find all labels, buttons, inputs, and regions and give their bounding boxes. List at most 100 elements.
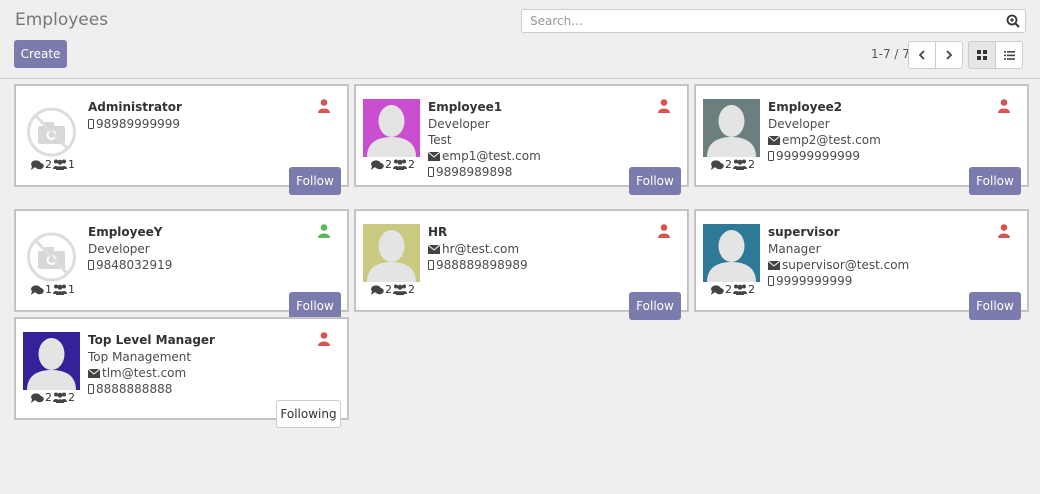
employee-phone: 99999999999: [768, 149, 860, 163]
follow-button[interactable]: Follow: [289, 167, 341, 195]
follow-button[interactable]: Follow: [289, 292, 341, 320]
employee-phone: 9898989898: [428, 165, 512, 179]
messages-count: 2: [385, 158, 392, 171]
comments-icon: [31, 159, 44, 170]
presence-status: [318, 99, 330, 113]
envelope-icon: [428, 152, 440, 161]
chevron-left-icon: [918, 50, 925, 60]
comments-icon: [711, 284, 724, 295]
user-status-icon: [318, 224, 330, 238]
employee-email[interactable]: emp1@test.com: [428, 149, 541, 163]
chevron-right-icon: [946, 50, 953, 60]
no-photo-icon: [27, 232, 76, 282]
no-photo-icon: [27, 107, 76, 157]
employee-detail: Manager: [768, 242, 821, 256]
messages-count: 2: [45, 158, 52, 171]
employee-detail: Test: [428, 133, 452, 147]
comments-icon: [31, 392, 44, 403]
followers-icon: [393, 159, 407, 170]
mobile-icon: [768, 276, 774, 286]
employee-phone: 988889898989: [428, 258, 528, 272]
user-status-icon: [998, 224, 1010, 238]
employee-name[interactable]: EmployeeY: [88, 225, 162, 239]
detail-text: hr@test.com: [442, 242, 520, 256]
employee-card[interactable]: HR hr@test.com 988889898989 2 2 Follow: [354, 209, 689, 320]
follow-button[interactable]: Follow: [629, 292, 681, 320]
followers-icon: [393, 284, 407, 295]
mobile-icon: [88, 384, 94, 394]
messages-count: 2: [385, 283, 392, 296]
detail-text: Manager: [768, 242, 821, 256]
employee-card[interactable]: EmployeeY Developer 9848032919 1 1 Follow: [14, 209, 349, 320]
employee-name[interactable]: supervisor: [768, 225, 840, 239]
employee-phone: 9848032919: [88, 258, 172, 272]
employee-stats: 11: [31, 283, 75, 296]
messages-count: 2: [725, 283, 732, 296]
envelope-icon: [768, 136, 780, 145]
pager-value[interactable]: 1-7 / 7: [871, 47, 910, 61]
user-status-icon: [658, 224, 670, 238]
presence-status: [998, 224, 1010, 238]
followers-count: 2: [408, 158, 415, 171]
messages-count: 2: [45, 391, 52, 404]
followers-icon: [53, 159, 67, 170]
detail-text: 8888888888: [96, 382, 173, 396]
search-icon[interactable]: [1006, 14, 1020, 28]
employee-phone: 8888888888: [88, 382, 172, 396]
employee-photo: [703, 224, 760, 282]
employee-name[interactable]: Administrator: [88, 100, 182, 114]
followers-icon: [53, 392, 67, 403]
search-box[interactable]: [521, 9, 1026, 33]
employee-detail: Developer: [88, 242, 150, 256]
follow-button[interactable]: Follow: [969, 292, 1021, 320]
detail-text: Developer: [88, 242, 150, 256]
employee-email[interactable]: tlm@test.com: [88, 366, 186, 380]
search-input[interactable]: [528, 13, 992, 29]
detail-text: supervisor@test.com: [782, 258, 910, 272]
person-silhouette-icon: [367, 230, 416, 282]
detail-text: 988889898989: [436, 258, 528, 272]
employee-name[interactable]: HR: [428, 225, 447, 239]
detail-text: Test: [428, 133, 452, 147]
employee-name[interactable]: Employee1: [428, 100, 502, 114]
detail-text: 9999999999: [776, 274, 853, 288]
follow-button[interactable]: Follow: [629, 167, 681, 195]
following-button[interactable]: Following: [276, 400, 341, 428]
employee-card[interactable]: Top Level Manager Top Management tlm@test.…: [14, 317, 349, 428]
create-button[interactable]: Create: [14, 40, 67, 68]
employee-card[interactable]: Employee2 Developer emp2@test.com 999999999…: [694, 84, 1029, 195]
employee-email[interactable]: hr@test.com: [428, 242, 519, 256]
employee-photo: [703, 99, 760, 157]
employee-detail: Top Management: [88, 350, 191, 364]
employee-name[interactable]: Employee2: [768, 100, 842, 114]
employee-stats: 22: [371, 283, 415, 296]
employee-email[interactable]: supervisor@test.com: [768, 258, 909, 272]
employee-card[interactable]: Administrator 98989999999 2 1 Follow: [14, 84, 349, 195]
detail-text: 99999999999: [776, 149, 860, 163]
user-status-icon: [658, 99, 670, 113]
followers-count: 2: [408, 283, 415, 296]
messages-count: 2: [725, 158, 732, 171]
employee-card[interactable]: supervisor Manager supervisor@test.com 9999…: [694, 209, 1029, 320]
user-status-icon: [318, 332, 330, 346]
followers-icon: [53, 284, 67, 295]
employee-photo: [23, 332, 80, 390]
follow-button[interactable]: Follow: [969, 167, 1021, 195]
detail-text: 98989999999: [96, 117, 180, 131]
mobile-icon: [88, 119, 94, 129]
comments-icon: [371, 284, 384, 295]
page-title: Employees: [15, 10, 109, 30]
pager-buttons: [908, 41, 963, 69]
envelope-icon: [88, 369, 100, 378]
employee-name[interactable]: Top Level Manager: [88, 333, 215, 347]
employee-photo: [23, 99, 80, 157]
detail-text: emp1@test.com: [442, 149, 541, 163]
employee-card[interactable]: Employee1 Developer Test emp1@test.com 98989…: [354, 84, 689, 195]
employee-stats: 22: [711, 158, 755, 171]
kanban-view-button[interactable]: [968, 41, 996, 69]
pager-next-button[interactable]: [936, 41, 963, 69]
employee-email[interactable]: emp2@test.com: [768, 133, 881, 147]
pager-previous-button[interactable]: [908, 41, 936, 69]
list-view-button[interactable]: [996, 41, 1023, 69]
control-panel: Employees Create 1-7 / 7: [0, 0, 1040, 79]
